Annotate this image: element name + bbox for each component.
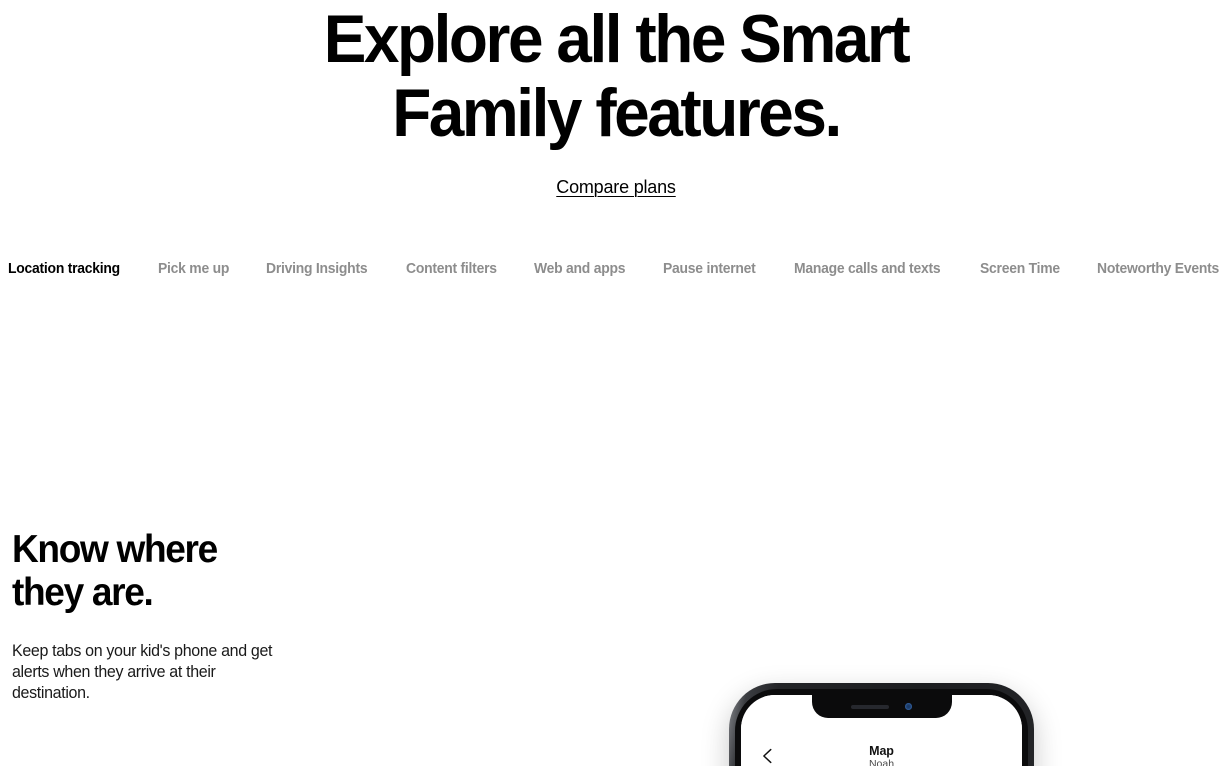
feature-heading: Know where they are.: [12, 528, 297, 614]
hero-title-line-2: Family features.: [392, 75, 842, 151]
feature-copy-block: Know where they are. Keep tabs on your k…: [12, 528, 312, 704]
feature-tabs[interactable]: Location tracking Pick me up Driving Insig…: [0, 260, 1232, 278]
tab-driving-insights[interactable]: Driving Insights: [266, 260, 368, 278]
tab-noteworthy-events[interactable]: Noteworthy Events: [1097, 260, 1219, 278]
app-title: Map: [869, 744, 894, 758]
tab-web-and-apps[interactable]: Web and apps: [534, 260, 625, 278]
back-button[interactable]: [757, 745, 779, 766]
app-title-block: Map Noah: [741, 744, 1022, 766]
tab-pause-internet[interactable]: Pause internet: [663, 260, 756, 278]
front-camera-icon: [905, 703, 912, 710]
phone-frame: Map Noah: [729, 683, 1034, 766]
phone-notch: [811, 695, 952, 718]
app-subtitle: Noah: [868, 758, 895, 766]
tab-location-tracking[interactable]: Location tracking: [8, 260, 120, 278]
tab-screen-time[interactable]: Screen Time: [980, 260, 1060, 278]
compare-plans-link[interactable]: Compare plans: [556, 176, 676, 198]
earpiece-speaker-icon: [851, 704, 889, 709]
hero-title-line-1: Explore all the Smart: [323, 1, 911, 77]
hero-link-container: Compare plans: [0, 176, 1232, 198]
tab-pick-me-up[interactable]: Pick me up: [158, 260, 229, 278]
phone-mockup: Map Noah: [729, 683, 1034, 766]
arrow-left-icon: [763, 748, 772, 764]
phone-screen: Map Noah: [741, 695, 1022, 766]
page-root: Explore all the Smart Family features. C…: [0, 0, 1232, 766]
page-title: Explore all the Smart Family features.: [202, 0, 1029, 150]
hero-section: Explore all the Smart Family features. C…: [0, 0, 1232, 198]
tab-manage-calls-and-texts[interactable]: Manage calls and texts: [794, 260, 941, 278]
main-content: Know where they are. Keep tabs on your k…: [0, 328, 1232, 766]
feature-description: Keep tabs on your kid's phone and get al…: [12, 642, 273, 702]
feature-heading-line-2: they are.: [12, 571, 154, 614]
feature-heading-line-1: Know where: [12, 528, 218, 571]
tab-content-filters[interactable]: Content filters: [406, 260, 497, 278]
